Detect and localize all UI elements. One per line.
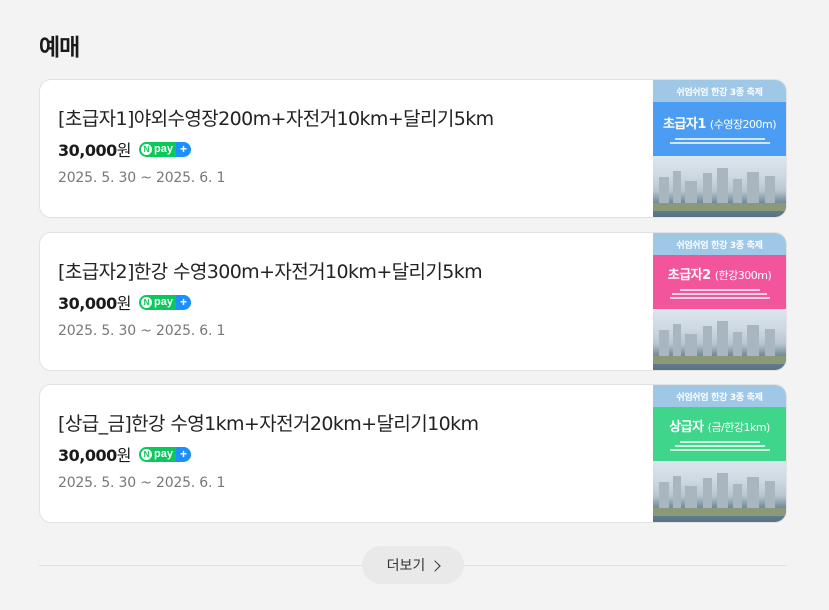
plus-icon: + bbox=[175, 294, 191, 310]
section-title: 예매 bbox=[39, 35, 80, 61]
npay-plus-badge: N pay + bbox=[138, 294, 191, 310]
more-button-label: 더보기 bbox=[386, 558, 426, 574]
ticket-thumbnail[interactable]: 쉬엄쉬엄 한강 3종 축제 초급자1 (수영장200m) bbox=[653, 80, 786, 217]
thumbnail-photo bbox=[653, 309, 786, 370]
ticket-item[interactable]: [초급자2]한강 수영300m+자전거10km+달리기5km 30,000원 N… bbox=[39, 232, 787, 371]
thumbnail-header: 쉬엄쉬엄 한강 3종 축제 bbox=[653, 385, 786, 407]
ticket-thumbnail[interactable]: 쉬엄쉬엄 한강 3종 축제 상급자 (금/한강1km) bbox=[653, 385, 786, 522]
npay-plus-badge: N pay + bbox=[138, 141, 191, 157]
naver-n-icon: N bbox=[140, 296, 152, 308]
thumbnail-level: 초급자1 (수영장200m) bbox=[662, 116, 777, 132]
price-row: 30,000원 N pay + bbox=[58, 290, 191, 314]
thumbnail-band: 상급자 (금/한강1km) bbox=[653, 407, 786, 461]
ticket-dates: 2025. 5. 30 ~ 2025. 6. 1 bbox=[58, 323, 226, 339]
thumbnail-level: 상급자 (금/한강1km) bbox=[669, 419, 770, 435]
ticket-title[interactable]: [초급자1]야외수영장200m+자전거10km+달리기5km bbox=[58, 104, 494, 131]
ticket-item[interactable]: [상급_금]한강 수영1km+자전거20km+달리기10km 30,000원 N… bbox=[39, 384, 787, 523]
thumbnail-header: 쉬엄쉬엄 한강 3종 축제 bbox=[653, 233, 786, 255]
ticket-title[interactable]: [상급_금]한강 수영1km+자전거20km+달리기10km bbox=[58, 409, 479, 436]
thumbnail-header: 쉬엄쉬엄 한강 3종 축제 bbox=[653, 80, 786, 102]
thumbnail-fine-print bbox=[669, 439, 770, 453]
thumbnail-fine-print bbox=[669, 287, 770, 301]
npay-plus-badge: N pay + bbox=[138, 446, 191, 462]
ticket-price: 30,000원 bbox=[58, 294, 131, 313]
plus-icon: + bbox=[175, 446, 191, 462]
ticket-item[interactable]: [초급자1]야외수영장200m+자전거10km+달리기5km 30,000원 N… bbox=[39, 79, 787, 218]
ticket-title[interactable]: [초급자2]한강 수영300m+자전거10km+달리기5km bbox=[58, 257, 483, 284]
price-row: 30,000원 N pay + bbox=[58, 137, 191, 161]
thumbnail-band: 초급자1 (수영장200m) bbox=[653, 102, 786, 156]
chevron-right-icon bbox=[429, 559, 441, 572]
ticket-price: 30,000원 bbox=[58, 446, 131, 465]
naver-n-icon: N bbox=[140, 448, 152, 460]
ticket-dates: 2025. 5. 30 ~ 2025. 6. 1 bbox=[58, 170, 226, 186]
thumbnail-fine-print bbox=[669, 136, 770, 146]
more-button[interactable]: 더보기 bbox=[362, 546, 464, 584]
ticket-thumbnail[interactable]: 쉬엄쉬엄 한강 3종 축제 초급자2 (한강300m) bbox=[653, 233, 786, 370]
thumbnail-photo bbox=[653, 156, 786, 217]
thumbnail-band: 초급자2 (한강300m) bbox=[653, 255, 786, 309]
naver-n-icon: N bbox=[140, 143, 152, 155]
ticket-dates: 2025. 5. 30 ~ 2025. 6. 1 bbox=[58, 475, 226, 491]
plus-icon: + bbox=[175, 141, 191, 157]
ticket-price: 30,000원 bbox=[58, 141, 131, 160]
price-row: 30,000원 N pay + bbox=[58, 442, 191, 466]
thumbnail-level: 초급자2 (한강300m) bbox=[667, 267, 772, 283]
thumbnail-photo bbox=[653, 461, 786, 522]
